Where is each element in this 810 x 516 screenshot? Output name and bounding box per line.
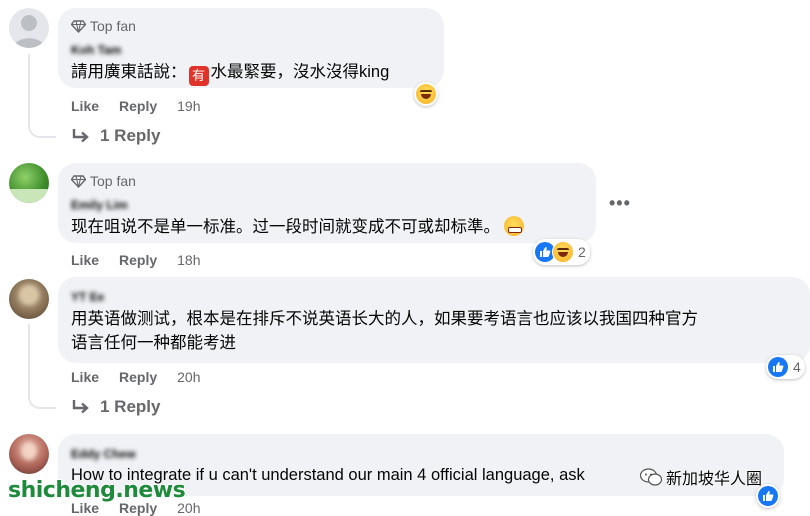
haha-emoji-icon [416,84,436,104]
reply-button[interactable]: Reply [119,252,157,268]
comment-author[interactable]: Koh Tam [71,43,121,57]
more-options-button[interactable]: ••• [609,193,631,214]
reaction-summary[interactable]: 2 [533,239,590,265]
reply-arrow-icon [72,129,89,143]
top-fan-badge: Top fan [71,18,136,34]
default-avatar-icon [13,15,45,48]
avatar[interactable] [9,434,49,474]
comment-actions: Like Reply 19h [71,98,201,114]
comment-text: 請用廣東話說：有水最緊要，沒水沒得king [71,60,389,86]
thread-line [28,54,56,138]
avatar-image [9,189,49,203]
reply-button[interactable]: Reply [119,369,157,385]
top-fan-badge: Top fan [71,173,136,189]
reply-button[interactable]: Reply [119,98,157,114]
inline-emoji-icon: 有 [188,66,209,86]
like-button[interactable]: Like [71,98,99,114]
avatar-image [21,442,37,460]
comment-text-part: 水最緊要，沒水沒得king [210,63,390,81]
avatar-image [19,285,39,305]
replies-label: 1 Reply [100,397,161,416]
comment-author[interactable]: Emily Lim [71,198,128,212]
wechat-icon [640,468,662,486]
badge-label: Top fan [90,173,136,189]
diamond-icon [71,19,86,33]
replies-label: 1 Reply [100,126,161,145]
reply-arrow-icon [72,400,89,414]
comment-actions: Like Reply 20h [71,369,201,385]
like-emoji-icon [768,357,788,377]
grimace-emoji-icon [504,216,524,236]
like-button[interactable]: Like [71,369,99,385]
comment-actions: Like Reply 18h [71,252,201,268]
like-emoji-icon [758,486,778,506]
comment-text-line: 用英语做测试，根本是在排斥不说英语长大的人，如果要考语言也应该以我国四种官方 [71,310,698,328]
comment-text-part: 现在咀说不是单一标准。过一段时间就变成不可或却标準。 [71,218,500,236]
haha-emoji-icon [552,241,574,263]
channel-name: 新加坡华人圈 [666,471,763,488]
comment-text: 现在咀说不是单一标准。过一段时间就变成不可或却标準。 [71,215,524,239]
comment-author[interactable]: Eddy Chew [71,447,136,461]
reaction-count: 4 [793,359,801,375]
comment-text-line: 语言任何一种都能考进 [71,334,236,352]
avatar[interactable] [9,8,49,48]
timestamp[interactable]: 20h [177,369,200,385]
diamond-icon [71,174,86,188]
comment-text-part: 請用廣東話說： [71,63,187,81]
channel-watermark: 新加坡华人圈 [640,465,762,489]
comment-author[interactable]: YT Ee [71,290,104,304]
view-replies-link[interactable]: 1 Reply [72,126,160,146]
badge-label: Top fan [90,18,136,34]
timestamp[interactable]: 19h [177,98,200,114]
thread-line [28,324,56,409]
avatar[interactable] [9,163,49,203]
site-watermark: shicheng.news [8,478,186,503]
avatar[interactable] [9,279,49,319]
reaction-summary[interactable]: 4 [766,355,805,379]
timestamp[interactable]: 18h [177,252,200,268]
like-button[interactable]: Like [71,252,99,268]
reaction-summary[interactable] [414,82,438,106]
reaction-count: 2 [578,244,586,260]
view-replies-link[interactable]: 1 Reply [72,397,160,417]
